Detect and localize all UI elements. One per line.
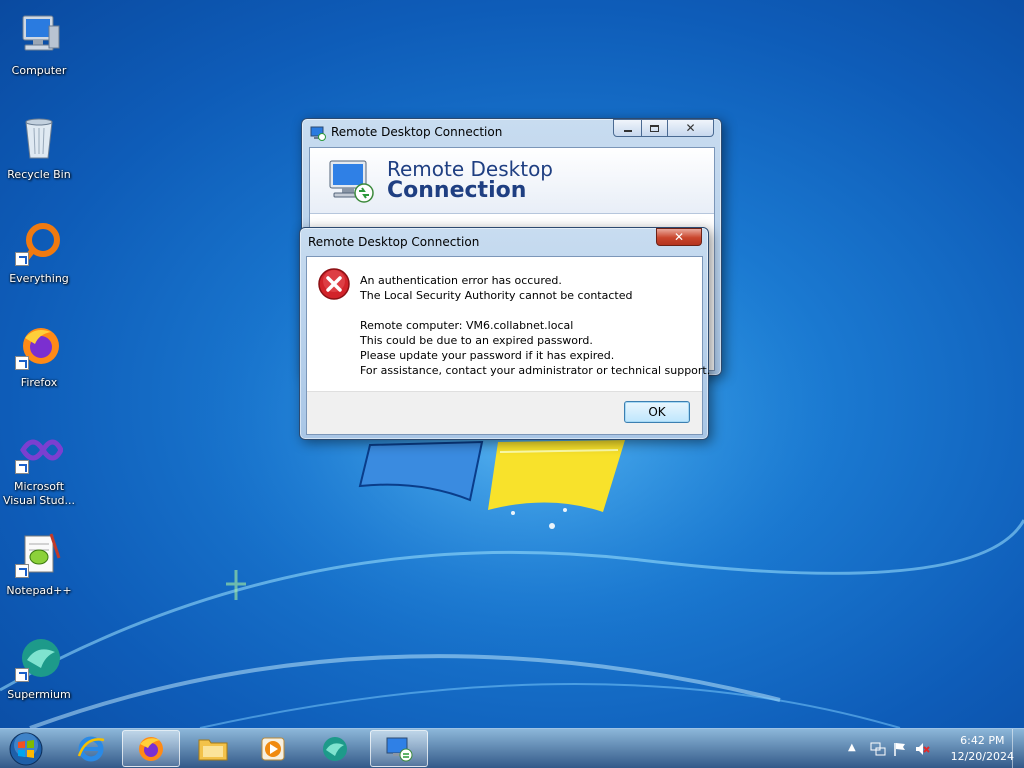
- maximize-icon: [650, 124, 659, 132]
- error-dialog[interactable]: Remote Desktop Connection ✕ An authentic…: [299, 227, 710, 440]
- maximize-button[interactable]: [641, 119, 668, 137]
- ok-button[interactable]: OK: [624, 401, 690, 423]
- desktop-icon-label: Microsoft Visual Stud...: [2, 480, 76, 507]
- volume-muted-icon[interactable]: [914, 741, 930, 757]
- close-icon: ✕: [673, 230, 685, 244]
- minimize-button[interactable]: [613, 119, 642, 137]
- everything-icon: [15, 218, 63, 266]
- error-icon: [317, 267, 351, 304]
- system-tray: ▲ 6:42 PM 12/20/2024: [834, 729, 1024, 768]
- error-line: The Local Security Authority cannot be c…: [360, 289, 633, 302]
- desktop-icon-visual-studio[interactable]: Microsoft Visual Stud...: [2, 420, 76, 512]
- computer-icon: [15, 10, 63, 58]
- desktop: Computer Recycle Bin Everything Firefox …: [0, 0, 1024, 728]
- remote-desktop-logo-icon: [326, 157, 378, 210]
- action-center-flag-icon[interactable]: [892, 741, 908, 757]
- desktop-icon-label: Computer: [11, 64, 67, 77]
- shortcut-arrow-icon: [15, 252, 29, 266]
- taskbar-remote-desktop[interactable]: [370, 730, 428, 767]
- error-line: For assistance, contact your administrat…: [360, 364, 711, 377]
- taskbar-firefox[interactable]: [122, 730, 180, 767]
- internet-explorer-icon: [77, 736, 105, 761]
- notepad-plus-plus-icon: [15, 530, 63, 578]
- start-button[interactable]: [4, 730, 48, 768]
- desktop-icon-supermium[interactable]: Supermium: [2, 628, 76, 720]
- rdc-banner: Remote Desktop Connection: [310, 148, 714, 214]
- taskbar: ▲ 6:42 PM 12/20/2024: [0, 728, 1024, 768]
- visual-studio-icon: [15, 426, 64, 474]
- remote-desktop-title-icon: [310, 125, 326, 144]
- dialog-footer: OK: [307, 391, 702, 434]
- error-line-spacer: [360, 303, 710, 318]
- taskbar-supermium[interactable]: [306, 730, 364, 767]
- error-line: An authentication error has occured.: [360, 274, 562, 287]
- desktop-icon-label: Recycle Bin: [7, 168, 71, 181]
- error-line: Please update your password if it has ex…: [360, 349, 615, 362]
- taskbar-internet-explorer[interactable]: [62, 730, 120, 767]
- media-player-icon: [261, 737, 285, 760]
- shortcut-arrow-icon: [15, 564, 29, 578]
- desktop-icon-recycle-bin[interactable]: Recycle Bin: [2, 108, 76, 200]
- shortcut-arrow-icon: [15, 356, 29, 370]
- firefox-icon: [139, 736, 163, 761]
- close-icon: ✕: [685, 121, 696, 135]
- dialog-client-area: An authentication error has occured. The…: [306, 256, 710, 435]
- desktop-icon-everything[interactable]: Everything: [2, 212, 76, 304]
- supermium-icon: [15, 634, 63, 682]
- error-line: This could be due to an expired password…: [360, 334, 593, 347]
- desktop-icon-notepad-plus-plus[interactable]: Notepad++: [2, 524, 76, 616]
- clock-time: 6:42 PM: [960, 734, 1005, 747]
- network-icon[interactable]: [870, 741, 886, 757]
- clock-date: 12/20/2024: [950, 750, 1014, 763]
- desktop-icon-label: Notepad++: [6, 584, 72, 597]
- windows-orb-icon: [9, 732, 43, 766]
- show-desktop-button[interactable]: [1012, 729, 1024, 768]
- show-hidden-icons-icon[interactable]: ▲: [848, 742, 864, 758]
- dialog-title: Remote Desktop Connection: [308, 235, 480, 249]
- desktop-icon-computer[interactable]: Computer: [2, 4, 76, 96]
- error-message: An authentication error has occured. The…: [360, 273, 710, 378]
- window-title: Remote Desktop Connection: [331, 125, 503, 139]
- dialog-close-button[interactable]: ✕: [656, 228, 702, 246]
- shortcut-arrow-icon: [15, 460, 29, 474]
- banner-title-line2: Connection: [387, 178, 527, 203]
- firefox-icon: [15, 322, 63, 370]
- desktop-icon-label: Supermium: [7, 688, 71, 701]
- desktop-icon-firefox[interactable]: Firefox: [2, 316, 76, 408]
- taskbar-media-player[interactable]: [244, 730, 302, 767]
- minimize-icon: [623, 130, 632, 132]
- desktop-icon-label: Firefox: [20, 376, 58, 389]
- desktop-icon-label: Everything: [9, 272, 69, 285]
- recycle-bin-icon: [15, 114, 63, 162]
- error-line: Remote computer: VM6.collabnet.local: [360, 319, 574, 332]
- remote-desktop-icon: [386, 737, 413, 761]
- shortcut-arrow-icon: [15, 668, 29, 682]
- supermium-icon: [323, 736, 347, 761]
- close-button[interactable]: ✕: [667, 119, 714, 137]
- taskbar-file-explorer[interactable]: [184, 730, 242, 767]
- clock[interactable]: 6:42 PM 12/20/2024: [951, 733, 1014, 765]
- file-explorer-icon: [198, 739, 228, 760]
